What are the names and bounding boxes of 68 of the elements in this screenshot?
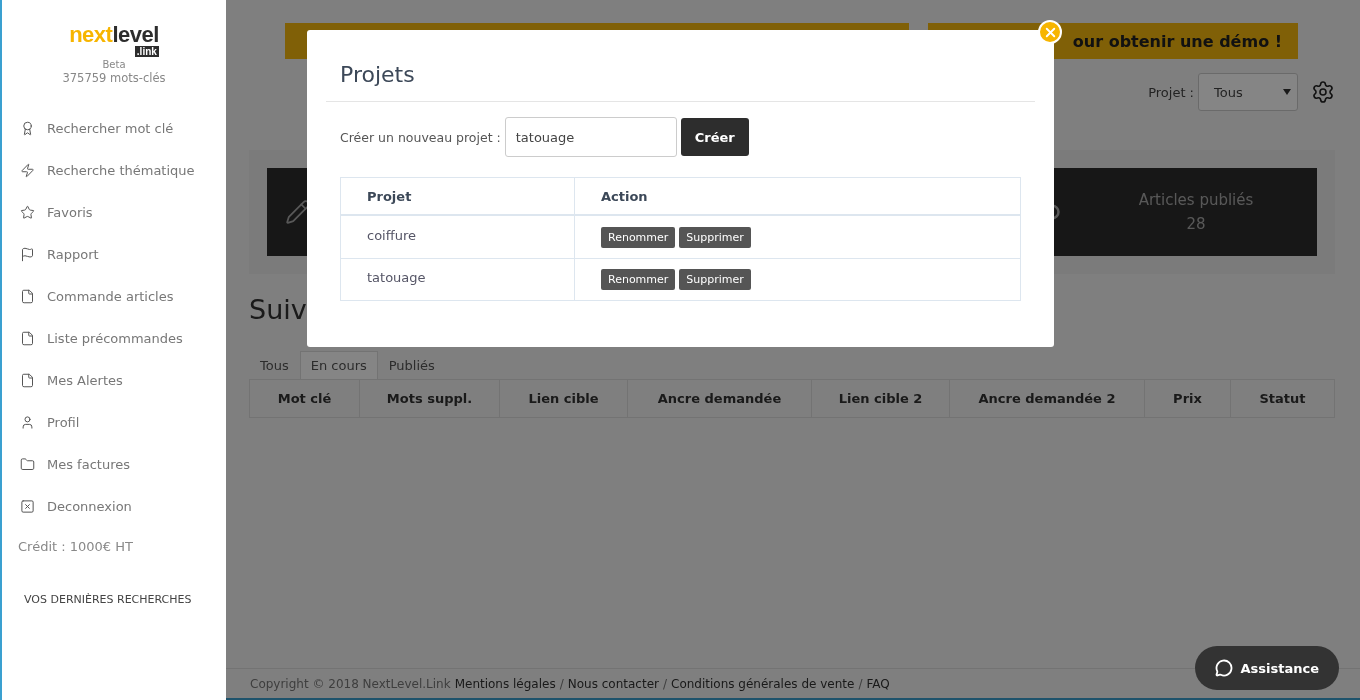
section-heading: VOS DERNIÈRES RECHERCHES xyxy=(24,593,193,606)
document-icon xyxy=(20,330,35,346)
dialog-title: Projets xyxy=(326,62,1035,102)
assistance-button[interactable]: Assistance xyxy=(1194,646,1339,690)
footer-link[interactable]: Nous contacter xyxy=(567,676,659,691)
separator-text: / xyxy=(559,676,564,691)
folder-icon xyxy=(20,456,35,472)
sidebar-item[interactable]: Rapport xyxy=(20,233,226,275)
sidebar-item[interactable]: Deconnexion xyxy=(20,485,226,527)
action-button[interactable]: Supprimer xyxy=(679,226,751,248)
sidebar-item[interactable]: Liste précommandes xyxy=(20,317,226,359)
project-name-field[interactable]: tatouage xyxy=(504,117,677,157)
sidebar-item[interactable]: Favoris xyxy=(20,191,226,233)
tab[interactable]: Publiés xyxy=(377,351,446,379)
action-button[interactable]: Renommer xyxy=(601,269,676,290)
section-heading: Suiv xyxy=(249,294,308,325)
footer-link[interactable]: Mentions légales xyxy=(454,676,556,691)
sidebar-item[interactable]: Profil xyxy=(20,401,226,443)
project-name: tatouage xyxy=(367,270,426,285)
column-header: Mot clé xyxy=(250,380,360,417)
column-header: Mots suppl. xyxy=(360,380,500,417)
column-header: Lien cible xyxy=(500,380,628,417)
tab[interactable]: En cours xyxy=(299,351,378,379)
column-header: Ancre demandée xyxy=(628,380,812,417)
column-header: Action xyxy=(575,178,1020,216)
logo-text: next xyxy=(69,24,113,46)
sidebar-item[interactable]: Mes Alertes xyxy=(20,359,226,401)
logo-text: level xyxy=(112,24,159,46)
column-header: Prix xyxy=(1145,380,1231,417)
logo-suffix: .link xyxy=(134,46,159,57)
sidebar-item[interactable]: Recherche thématique xyxy=(20,149,226,191)
project-name: coiffure xyxy=(367,227,416,243)
beta-label: Beta xyxy=(102,59,126,70)
column-header: Statut xyxy=(1258,390,1307,408)
stat-value: 28 xyxy=(1186,215,1206,233)
sidebar-item[interactable]: Commande articles xyxy=(20,275,226,317)
sidebar-item[interactable]: Mes factures xyxy=(20,443,226,485)
caret-icon xyxy=(1283,89,1291,95)
footer-link[interactable]: Conditions générales de vente xyxy=(671,676,855,691)
separator-text: / xyxy=(858,676,863,691)
flag-icon xyxy=(20,246,35,262)
copyright-text: Copyright © 2018 NextLevel.Link xyxy=(250,676,451,691)
footer-link[interactable]: FAQ xyxy=(866,676,890,691)
action-button[interactable]: Renommer xyxy=(601,226,676,248)
tab[interactable]: Tous xyxy=(249,351,300,379)
action-button[interactable]: Supprimer xyxy=(679,269,751,290)
star-icon xyxy=(20,204,35,220)
close-box-icon xyxy=(20,498,35,514)
column-header: Lien cible 2 xyxy=(812,380,950,417)
field-label: Créer un nouveau projet : xyxy=(340,129,501,145)
column-header: Projet xyxy=(341,178,575,216)
separator-text: / xyxy=(662,676,667,691)
project-select[interactable]: Tous xyxy=(1198,73,1298,111)
document-icon xyxy=(20,288,35,304)
close-button[interactable] xyxy=(1038,20,1062,44)
sidebar-item[interactable]: Rechercher mot clé xyxy=(20,107,226,149)
award-icon xyxy=(20,120,35,136)
column-header: Ancre demandée 2 xyxy=(950,380,1145,417)
chat-icon xyxy=(1214,659,1233,677)
lightning-icon xyxy=(20,162,35,178)
filter-label: Projet : xyxy=(1148,84,1194,100)
stat-label: Articles publiés xyxy=(1138,191,1254,209)
settings-icon[interactable] xyxy=(1311,80,1335,104)
document-icon xyxy=(20,372,35,388)
create-button[interactable]: Créer xyxy=(680,118,749,156)
user-icon xyxy=(20,414,35,430)
credit-text: Crédit : 1000€ HT xyxy=(18,539,134,554)
keyword-count: 375759 mots-clés xyxy=(62,71,166,85)
